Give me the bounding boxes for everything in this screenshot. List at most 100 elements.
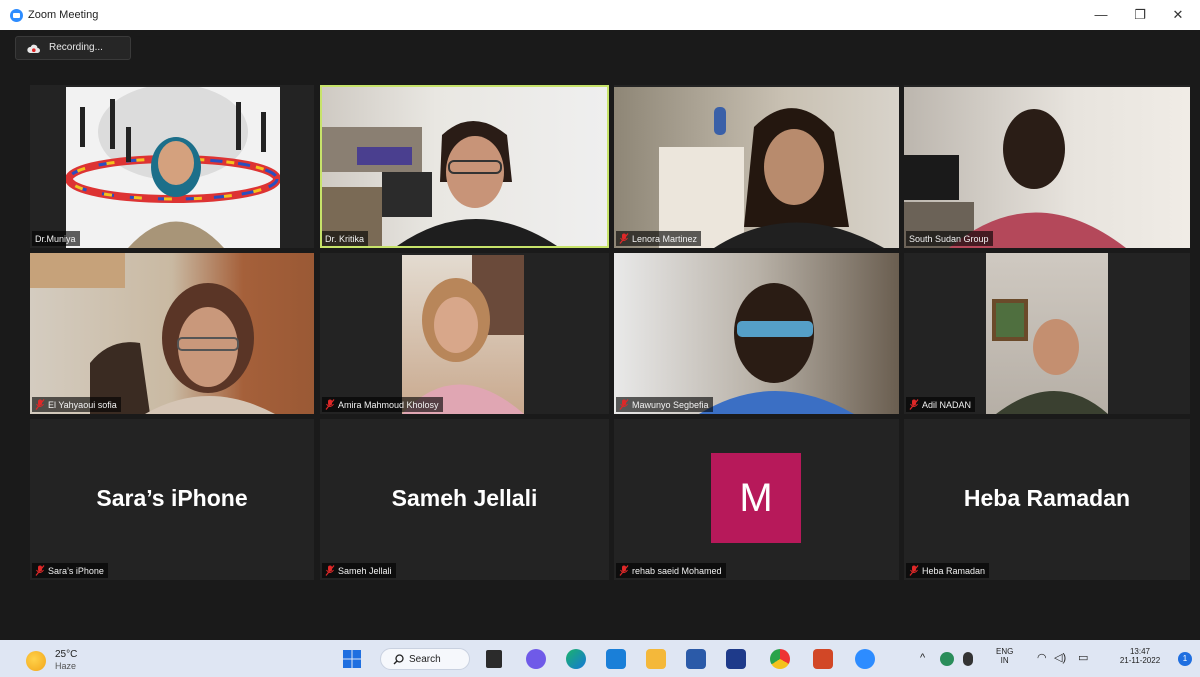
edge-browser-icon[interactable]: [566, 649, 586, 669]
participant-tile[interactable]: El Yahyaoui sofia: [30, 253, 314, 414]
participant-video: [66, 87, 280, 248]
mic-muted-icon: [619, 233, 629, 244]
recording-indicator[interactable]: Recording...: [15, 36, 131, 60]
participant-name: Amira Mahmoud Kholosy: [338, 399, 439, 410]
window-title: Zoom Meeting: [28, 9, 99, 21]
video-frame-graphic: [699, 283, 854, 414]
participant-video: [614, 253, 899, 414]
participant-name: Heba Ramadan: [922, 565, 986, 576]
participant-name-tag: Mawunyo Segbefia: [616, 397, 713, 412]
language-line-1: ENG: [996, 647, 1014, 656]
mic-muted-icon: [325, 565, 335, 576]
participant-name: Lenora Martinez: [632, 233, 698, 244]
chevron-up-icon[interactable]: ^: [920, 652, 925, 664]
participant-tile-video-off[interactable]: Sameh Jellali Sameh Jellali: [320, 419, 609, 580]
battery-icon[interactable]: ▭: [1078, 651, 1088, 664]
participant-video: [30, 253, 314, 414]
participant-name-tag: Sameh Jellali: [322, 563, 396, 578]
video-frame-graphic: [904, 109, 1126, 248]
weather-temperature: 25°C: [55, 649, 78, 660]
wifi-icon[interactable]: ◠: [1037, 651, 1047, 664]
mic-muted-icon: [35, 399, 45, 410]
language-indicator[interactable]: ENG IN: [996, 647, 1013, 665]
powerpoint-icon[interactable]: [813, 649, 833, 669]
participant-name-tag: Dr. Kritika: [322, 231, 369, 246]
video-frame-graphic: [66, 87, 280, 248]
windows-taskbar: 25°C Haze Search ^ ENG IN ◠ ◁) ▭ 13:47 2…: [0, 640, 1200, 677]
mic-muted-icon: [909, 399, 919, 410]
participant-name: El Yahyaoui sofia: [48, 399, 117, 410]
participant-name-tag: Heba Ramadan: [906, 563, 990, 578]
participant-name: South Sudan Group: [909, 233, 989, 244]
weather-sun-icon: [26, 651, 46, 671]
word-icon[interactable]: [686, 649, 706, 669]
video-frame-graphic: [322, 121, 557, 246]
participant-name-tag: Adil NADAN: [906, 397, 976, 412]
participant-video: [986, 253, 1108, 414]
participant-display-name: Sara’s iPhone: [96, 485, 248, 511]
participant-tile-video-off[interactable]: Sara’s iPhone Sara’s iPhone: [30, 419, 314, 580]
cloud-record-icon: [27, 44, 40, 53]
search-icon: [393, 654, 404, 665]
participant-tile-active-speaker[interactable]: Dr. Kritika: [320, 85, 609, 248]
tray-app-icon[interactable]: [940, 652, 954, 666]
participant-video: [322, 87, 607, 246]
participant-name-tag: rehab saeid Mohamed: [616, 563, 726, 578]
participant-display-name: Heba Ramadan: [963, 485, 1131, 511]
chrome-icon[interactable]: [770, 649, 790, 669]
participant-name-tag: El Yahyaoui sofia: [32, 397, 121, 412]
search-label: Search: [409, 654, 441, 665]
weather-condition: Haze: [55, 661, 77, 671]
clock-time: 13:47: [1129, 647, 1151, 656]
task-view-icon[interactable]: [486, 650, 502, 668]
clock[interactable]: 13:47 21-11-2022: [1113, 647, 1167, 665]
participant-video: [904, 87, 1190, 248]
mic-muted-icon: [35, 565, 45, 576]
participant-tile-video-off[interactable]: Heba Ramadan Heba Ramadan: [904, 419, 1190, 580]
participant-video: [614, 87, 899, 248]
participant-avatar: M: [711, 453, 801, 543]
participant-tile[interactable]: Amira Mahmoud Kholosy: [320, 253, 609, 414]
participant-tile[interactable]: Dr.Muniya: [30, 85, 314, 248]
language-line-2: IN: [1000, 656, 1009, 665]
participant-name: Dr.Muniya: [35, 233, 76, 244]
participant-tile-video-off[interactable]: M rehab saeid Mohamed: [614, 419, 899, 580]
participant-name: Mawunyo Segbefia: [632, 399, 709, 410]
mic-muted-icon: [909, 565, 919, 576]
mail-icon[interactable]: [606, 649, 626, 669]
participant-name-tag: Lenora Martinez: [616, 231, 702, 246]
participant-name: Sara’s iPhone: [48, 565, 104, 576]
participant-tile[interactable]: Mawunyo Segbefia: [614, 253, 899, 414]
recording-label: Recording...: [49, 42, 103, 53]
clock-date: 21-11-2022: [1119, 656, 1161, 665]
participant-name: rehab saeid Mohamed: [632, 565, 722, 576]
video-frame-graphic: [402, 255, 524, 414]
chat-icon[interactable]: [526, 649, 546, 669]
file-explorer-icon[interactable]: [646, 649, 666, 669]
mic-muted-icon: [619, 399, 629, 410]
minimize-button[interactable]: —: [1085, 4, 1117, 26]
notification-badge[interactable]: 1: [1178, 652, 1192, 666]
windows-start-icon[interactable]: [342, 649, 362, 669]
video-frame-graphic: [30, 253, 275, 414]
participant-name: Sameh Jellali: [338, 565, 392, 576]
participant-name-tag: Sara’s iPhone: [32, 563, 108, 578]
close-button[interactable]: ✕: [1162, 4, 1194, 26]
participant-tile[interactable]: South Sudan Group: [904, 85, 1190, 248]
microphone-icon[interactable]: [963, 652, 973, 666]
window-titlebar: Zoom Meeting — ❐ ✕: [0, 0, 1200, 30]
mic-muted-icon: [325, 399, 335, 410]
participant-name: Dr. Kritika: [325, 233, 365, 244]
mic-muted-icon: [619, 565, 629, 576]
zoom-app-icon: [10, 9, 23, 22]
volume-icon[interactable]: ◁): [1054, 651, 1066, 664]
participant-tile[interactable]: Lenora Martinez: [614, 85, 899, 248]
participant-name: Adil NADAN: [922, 399, 972, 410]
app-icon[interactable]: [726, 649, 746, 669]
zoom-taskbar-icon[interactable]: [855, 649, 875, 669]
taskbar-search-box[interactable]: Search: [380, 648, 470, 670]
participant-tile[interactable]: Adil NADAN: [904, 253, 1190, 414]
restore-button[interactable]: ❐: [1124, 4, 1156, 26]
participant-name-tag: South Sudan Group: [906, 231, 993, 246]
video-frame-graphic: [659, 107, 884, 248]
